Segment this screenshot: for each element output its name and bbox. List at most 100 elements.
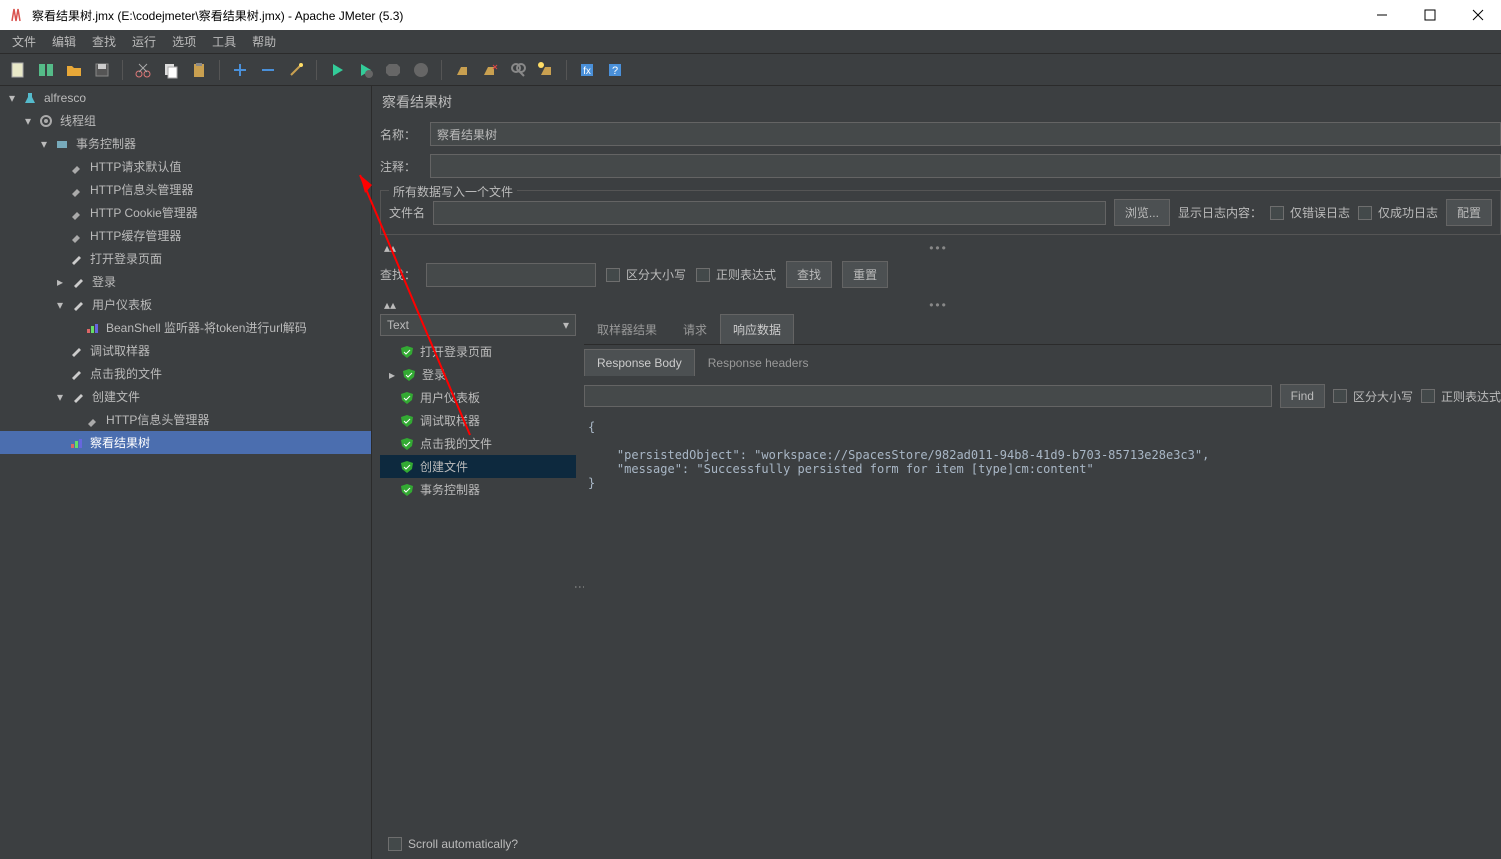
browse-button[interactable]: 浏览... xyxy=(1114,199,1170,226)
scroll-auto-checkbox[interactable]: Scroll automatically? xyxy=(388,837,518,851)
save-icon[interactable] xyxy=(90,58,114,82)
collapse-handle-2[interactable]: ▴▴ ••• xyxy=(380,300,1501,310)
filename-input[interactable] xyxy=(433,201,1106,225)
open-icon[interactable] xyxy=(62,58,86,82)
run-notimers-icon[interactable] xyxy=(353,58,377,82)
templates-icon[interactable] xyxy=(34,58,58,82)
paste-icon[interactable] xyxy=(187,58,211,82)
result-item[interactable]: 事务控制器 xyxy=(380,478,576,501)
reset-button[interactable]: 重置 xyxy=(842,261,888,288)
error-only-checkbox[interactable]: 仅错误日志 xyxy=(1270,204,1350,221)
remove-icon[interactable] xyxy=(256,58,280,82)
tab-sampler-result[interactable]: 取样器结果 xyxy=(584,314,670,344)
stop-icon[interactable] xyxy=(381,58,405,82)
tree-header-mgr-2[interactable]: HTTP信息头管理器 xyxy=(0,408,371,431)
tab-request[interactable]: 请求 xyxy=(670,314,720,344)
result-tree[interactable]: 打开登录页面 ▸ 登录 用户仪表板 调试取样器 xyxy=(380,340,576,829)
tab-response-headers[interactable]: Response headers xyxy=(695,349,822,376)
collapse-icon[interactable]: ▾ xyxy=(54,299,66,311)
clear-all-icon[interactable] xyxy=(478,58,502,82)
tree-thread-group[interactable]: ▾ 线程组 xyxy=(0,109,371,132)
result-item[interactable]: 用户仪表板 xyxy=(380,386,576,409)
jmeter-app-icon xyxy=(8,7,24,23)
copy-icon[interactable] xyxy=(159,58,183,82)
pipette-icon xyxy=(70,389,86,405)
tab-response-data[interactable]: 响应数据 xyxy=(720,314,794,344)
collapse-icon[interactable]: ▾ xyxy=(54,391,66,403)
find-case-checkbox[interactable]: 区分大小写 xyxy=(1333,388,1413,405)
clear-icon[interactable] xyxy=(450,58,474,82)
regex-checkbox[interactable]: 正则表达式 xyxy=(696,266,776,283)
success-only-checkbox[interactable]: 仅成功日志 xyxy=(1358,204,1438,221)
menu-help[interactable]: 帮助 xyxy=(244,31,284,52)
tree-user-dashboard[interactable]: ▾ 用户仪表板 xyxy=(0,293,371,316)
function-helper-icon[interactable]: fx xyxy=(575,58,599,82)
response-body-view[interactable]: { "persistedObject": "workspace://Spaces… xyxy=(584,412,1501,859)
success-icon xyxy=(402,368,416,382)
add-icon[interactable] xyxy=(228,58,252,82)
tree-beanshell[interactable]: BeanShell 监听器-将token进行url解码 xyxy=(0,316,371,339)
wand-icon[interactable] xyxy=(284,58,308,82)
vertical-splitter[interactable]: ⋮ xyxy=(576,314,584,859)
tree-txn-controller[interactable]: ▾ 事务控制器 xyxy=(0,132,371,155)
reset-search-icon[interactable] xyxy=(534,58,558,82)
wrench-icon xyxy=(84,412,100,428)
expand-icon[interactable]: ▸ xyxy=(386,369,398,381)
find-regex-checkbox[interactable]: 正则表达式 xyxy=(1421,388,1501,405)
success-icon xyxy=(400,345,414,359)
search-input[interactable] xyxy=(426,263,596,287)
tree-debug-sampler[interactable]: 调试取样器 xyxy=(0,339,371,362)
result-item[interactable]: 打开登录页面 xyxy=(380,340,576,363)
collapse-icon[interactable]: ▾ xyxy=(22,115,34,127)
result-item[interactable]: ▸ 登录 xyxy=(380,363,576,386)
collapse-handle-1[interactable]: ▴▴ ••• xyxy=(380,243,1501,253)
result-item[interactable]: 调试取样器 xyxy=(380,409,576,432)
help-icon[interactable]: ? xyxy=(603,58,627,82)
menu-options[interactable]: 选项 xyxy=(164,31,204,52)
tree-root[interactable]: ▾ alfresco xyxy=(0,86,371,109)
new-icon[interactable] xyxy=(6,58,30,82)
config-button[interactable]: 配置 xyxy=(1446,199,1492,226)
pipette-icon xyxy=(68,343,84,359)
success-icon xyxy=(400,391,414,405)
pipette-icon xyxy=(70,274,86,290)
menu-file[interactable]: 文件 xyxy=(4,31,44,52)
toolbar: fx ? xyxy=(0,54,1501,86)
collapse-icon[interactable]: ▾ xyxy=(6,92,18,104)
tree-login[interactable]: ▸ 登录 xyxy=(0,270,371,293)
tree-header-mgr[interactable]: HTTP信息头管理器 xyxy=(0,178,371,201)
search-button[interactable]: 查找 xyxy=(786,261,832,288)
expand-icon[interactable]: ▸ xyxy=(54,276,66,288)
tree-click-my-file[interactable]: 点击我的文件 xyxy=(0,362,371,385)
close-button[interactable] xyxy=(1463,5,1493,25)
tree-create-file[interactable]: ▾ 创建文件 xyxy=(0,385,371,408)
name-input[interactable] xyxy=(430,122,1501,146)
collapse-icon[interactable]: ▾ xyxy=(38,138,50,150)
result-render-select[interactable]: Text ▾ xyxy=(380,314,576,336)
menu-edit[interactable]: 编辑 xyxy=(44,31,84,52)
minimize-button[interactable] xyxy=(1367,5,1397,25)
result-item[interactable]: 点击我的文件 xyxy=(380,432,576,455)
cut-icon[interactable] xyxy=(131,58,155,82)
result-item-selected[interactable]: 创建文件 xyxy=(380,455,576,478)
maximize-button[interactable] xyxy=(1415,5,1445,25)
shutdown-icon[interactable] xyxy=(409,58,433,82)
tab-response-body[interactable]: Response Body xyxy=(584,349,695,376)
find-button[interactable]: Find xyxy=(1280,384,1325,408)
case-sensitive-checkbox[interactable]: 区分大小写 xyxy=(606,266,686,283)
tree-view-results-tree[interactable]: 察看结果树 xyxy=(0,431,371,454)
test-plan-tree[interactable]: ▾ alfresco ▾ 线程组 ▾ 事务控制器 HTTP请求默认值 HTTP信… xyxy=(0,86,372,859)
tree-cache-mgr[interactable]: HTTP缓存管理器 xyxy=(0,224,371,247)
run-icon[interactable] xyxy=(325,58,349,82)
menu-tools[interactable]: 工具 xyxy=(204,31,244,52)
menu-search[interactable]: 查找 xyxy=(84,31,124,52)
search-icon[interactable] xyxy=(506,58,530,82)
tree-http-defaults[interactable]: HTTP请求默认值 xyxy=(0,155,371,178)
find-input[interactable] xyxy=(584,385,1272,407)
tree-cookie-mgr[interactable]: HTTP Cookie管理器 xyxy=(0,201,371,224)
sub-tabs: Response Body Response headers xyxy=(584,345,1501,380)
menu-run[interactable]: 运行 xyxy=(124,31,164,52)
wrench-icon xyxy=(68,205,84,221)
comment-input[interactable] xyxy=(430,154,1501,178)
tree-open-login[interactable]: 打开登录页面 xyxy=(0,247,371,270)
